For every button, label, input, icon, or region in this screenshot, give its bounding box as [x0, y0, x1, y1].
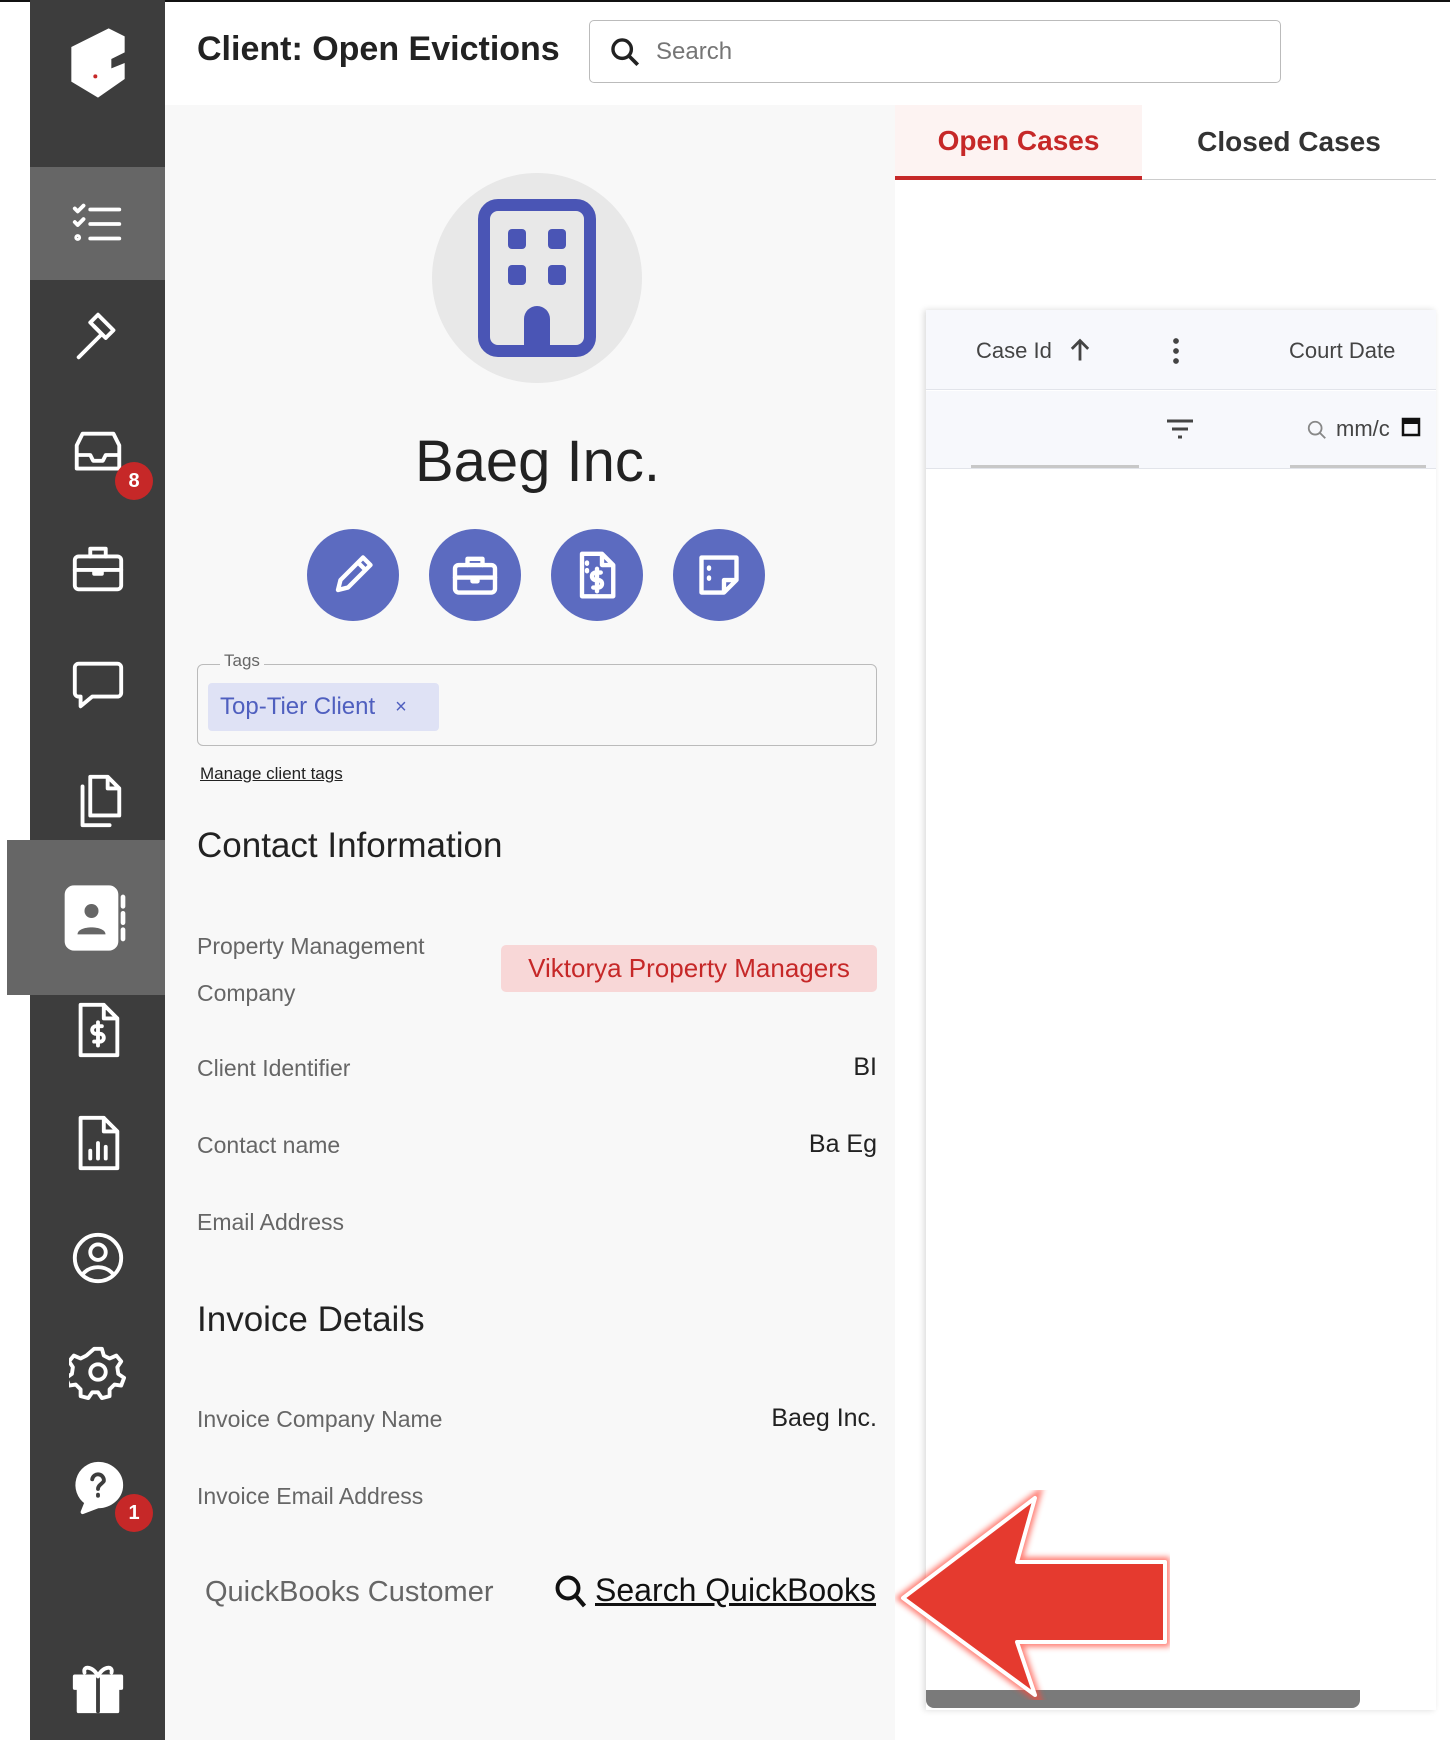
column-case-id[interactable]: Case Id	[976, 338, 1052, 364]
sidebar-item-gifts[interactable]	[30, 1638, 165, 1738]
building-icon	[478, 199, 596, 357]
gift-icon	[72, 1665, 123, 1714]
sidebar-item-tasks[interactable]	[30, 167, 165, 280]
user-circle-icon	[72, 1232, 123, 1284]
sidebar-item-cases[interactable]	[30, 286, 165, 386]
column-menu-icon[interactable]	[1170, 336, 1182, 366]
gear-icon	[68, 1346, 126, 1401]
sidebar-item-jobs[interactable]	[30, 518, 165, 618]
table-header: Case Id Court Date	[926, 310, 1436, 390]
filter-icon[interactable]	[1164, 417, 1196, 441]
copy-icon	[80, 774, 121, 828]
search-box[interactable]	[589, 20, 1281, 83]
case-id-filter-input[interactable]	[971, 465, 1139, 468]
checklist-icon	[72, 203, 121, 241]
help-badge: 1	[115, 1494, 153, 1532]
invoice-email-label: Invoice Email Address	[197, 1483, 424, 1509]
email-label: Email Address	[197, 1209, 345, 1235]
sidebar-item-inbox[interactable]: 8	[30, 405, 165, 505]
client-identifier-value: BI	[853, 1053, 877, 1081]
pencil-icon	[335, 555, 373, 593]
sidebar-item-reports[interactable]	[30, 1093, 165, 1193]
contact-heading: Contact Information	[197, 826, 503, 865]
pmc-link[interactable]: Viktorya Property Managers	[501, 945, 877, 992]
briefcase-icon	[452, 556, 498, 595]
tag-label: Top-Tier Client	[220, 693, 376, 720]
client-identifier-label: Client Identifier	[197, 1055, 351, 1081]
invoice-company-value: Baeg Inc.	[771, 1404, 877, 1432]
search-icon	[1307, 420, 1326, 439]
remove-tag-button[interactable]: ×	[395, 696, 407, 719]
search-icon	[611, 37, 640, 66]
column-court-date[interactable]: Court Date	[1289, 338, 1395, 364]
gavel-icon	[76, 312, 115, 360]
tab-closed-cases[interactable]: Closed Cases	[1142, 105, 1436, 180]
tags-label: Tags	[220, 651, 264, 671]
sidebar-item-clients[interactable]	[7, 840, 182, 995]
tab-open-cases[interactable]: Open Cases	[895, 105, 1142, 180]
notes-button[interactable]	[673, 529, 765, 621]
table-filter-row: mm/c	[926, 391, 1436, 469]
search-input[interactable]	[656, 37, 966, 66]
page-title: Client: Open Evictions	[197, 30, 560, 68]
tag-chip: Top-Tier Client ×	[208, 683, 439, 731]
chat-icon	[72, 661, 123, 709]
sidebar-item-help[interactable]: 1	[30, 1437, 165, 1537]
court-date-input[interactable]: mm/c	[1336, 416, 1390, 442]
court-date-underline	[1290, 465, 1426, 468]
client-avatar	[432, 173, 642, 383]
edit-client-button[interactable]	[307, 529, 399, 621]
client-name: Baeg Inc.	[414, 429, 661, 494]
search-quickbooks-label: Search QuickBooks	[595, 1572, 877, 1608]
invoice-icon	[579, 551, 616, 599]
calendar-icon[interactable]	[1401, 415, 1421, 437]
app-logo[interactable]	[30, 10, 165, 115]
contact-name-label: Contact name	[197, 1132, 341, 1158]
briefcase-icon	[72, 546, 123, 592]
sidebar-item-settings[interactable]	[30, 1322, 165, 1422]
sort-ascending-icon[interactable]	[1066, 336, 1094, 364]
annotation-arrow-icon	[895, 1490, 1170, 1700]
inbox-badge: 8	[115, 462, 153, 500]
cases-button[interactable]	[429, 529, 521, 621]
invoice-icon	[78, 1002, 119, 1058]
invoices-button[interactable]	[551, 529, 643, 621]
sidebar: 8 1	[7, 0, 182, 1740]
quickbooks-label: QuickBooks Customer	[205, 1576, 494, 1608]
sidebar-item-documents[interactable]	[30, 750, 165, 850]
pmc-label: Property Management	[197, 933, 425, 959]
search-icon	[555, 1575, 587, 1607]
sticky-note-icon	[699, 555, 739, 595]
sidebar-item-invoices[interactable]	[30, 980, 165, 1080]
manage-tags-link[interactable]: Manage client tags	[200, 764, 343, 784]
contact-name-value: Ba Eg	[808, 1130, 877, 1158]
invoice-company-label: Invoice Company Name	[197, 1406, 443, 1432]
invoice-heading: Invoice Details	[197, 1300, 425, 1339]
sidebar-item-account[interactable]	[30, 1208, 165, 1308]
sidebar-item-messages[interactable]	[30, 635, 165, 735]
search-quickbooks-link[interactable]: Search QuickBooks	[553, 1572, 876, 1609]
report-icon	[78, 1115, 119, 1171]
pmc-label-2: Company	[197, 980, 296, 1006]
contact-book-icon	[64, 884, 125, 951]
